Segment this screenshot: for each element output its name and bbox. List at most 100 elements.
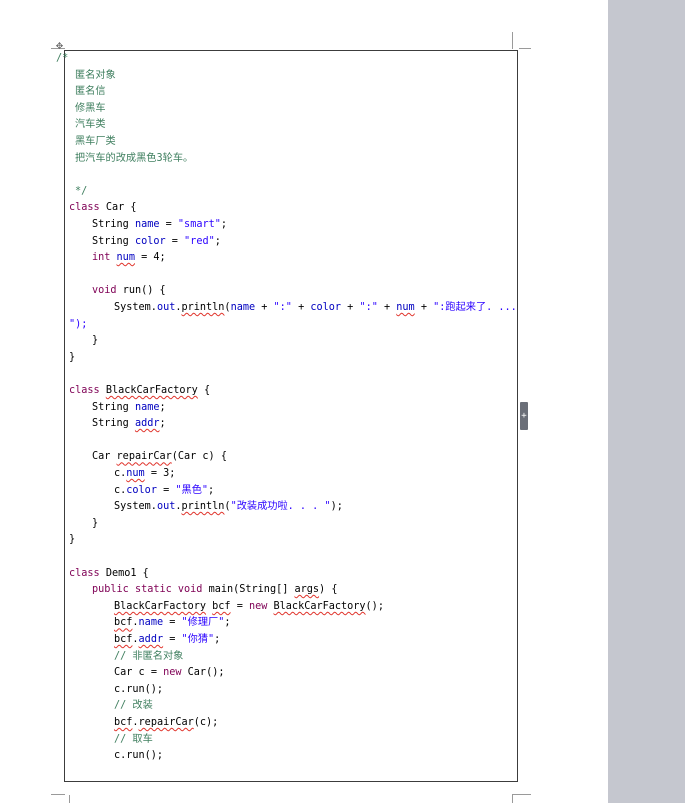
keyword: class <box>69 567 100 579</box>
comment-text: // 非匿名对象 <box>114 650 184 662</box>
code-line: System.out.println(name + ":" + color + … <box>114 300 517 317</box>
punct: = <box>169 617 176 629</box>
crop-mark-top-right-horizontal <box>519 48 531 49</box>
comment-text: // 取车 <box>114 733 153 745</box>
identifier: c.run(); <box>114 750 164 762</box>
keyword: int <box>92 252 111 264</box>
string-literal: "你猜" <box>181 634 215 645</box>
code-line: "); <box>69 317 87 334</box>
field: num <box>396 302 415 313</box>
string-literal: ":" <box>359 302 378 313</box>
type: (String[] <box>233 584 289 596</box>
punct: = <box>169 634 176 645</box>
code-line: String color = "red"; <box>92 234 221 251</box>
keyword: class <box>69 202 100 214</box>
punct: ; <box>214 634 221 645</box>
field: color <box>126 484 157 496</box>
plus-icon[interactable]: + <box>520 402 528 430</box>
punct: (c); <box>193 717 219 728</box>
crop-mark-top-right-vertical <box>512 32 513 49</box>
identifier: Car <box>114 667 133 679</box>
identifier: Car <box>187 667 207 679</box>
punct: = <box>141 252 148 264</box>
punct: ) <box>319 584 326 596</box>
identifier: Car <box>92 451 111 463</box>
code-line: // 改装 <box>114 698 153 715</box>
code-line: 汽车类 <box>75 117 106 134</box>
comment-text: 修黑车 <box>75 102 106 114</box>
keyword: void <box>92 285 117 297</box>
code-line: String name = "smart"; <box>92 217 227 234</box>
identifier: BlackCarFactory <box>273 600 366 612</box>
comment-text: // 改装 <box>114 700 153 712</box>
string-literal: "改装成功啦. . . " <box>230 501 331 513</box>
type: String <box>92 219 129 230</box>
identifier: BlackCarFactory <box>105 385 198 396</box>
code-line: 修黑车 <box>75 101 106 118</box>
punct: ; <box>208 484 215 496</box>
punct: ); <box>330 501 343 513</box>
comment-text: 匿名信 <box>75 86 106 98</box>
field: num <box>126 468 145 479</box>
punct: ; <box>220 219 227 230</box>
field: num <box>116 252 135 264</box>
method-name: main <box>208 584 234 596</box>
code-line: // 非匿名对象 <box>114 649 183 666</box>
field: name <box>230 302 256 313</box>
string-literal: ":" <box>273 302 292 313</box>
code-line: int num = 4; <box>92 250 166 267</box>
crop-mark-bottom-right-horizontal <box>512 794 531 795</box>
comment-text: /* <box>56 53 69 64</box>
crop-mark-bottom-left-horizontal <box>51 794 65 795</box>
code-line: /* <box>56 51 68 68</box>
comment-text: 匿名对象 <box>75 69 116 81</box>
code-line: class Demo1 { <box>69 566 149 583</box>
punct: { <box>130 202 137 214</box>
identifier: bcf <box>114 717 133 728</box>
keyword: public <box>92 584 129 596</box>
punct: ; <box>159 418 166 430</box>
code-line: c.run(); <box>114 748 163 765</box>
comment-text: 黑车厂类 <box>75 136 116 147</box>
punct: ; <box>218 667 225 679</box>
identifier: c.run(); <box>114 683 164 695</box>
keyword: new <box>248 600 268 612</box>
identifier: c. <box>114 484 127 496</box>
identifier: BlackCarFactory <box>114 600 207 612</box>
code-line: void run() { <box>92 283 166 300</box>
code-line: Car c = new Car(); <box>114 665 224 682</box>
code-line: 匿名对象 <box>75 68 116 85</box>
identifier: bcf <box>114 617 133 629</box>
code-line: } <box>92 333 98 350</box>
code-line: public static void main(String[] args) { <box>92 582 337 599</box>
punct: { <box>331 584 338 596</box>
punct: } <box>69 534 76 546</box>
string-literal: "red" <box>184 235 215 247</box>
identifier: bcf <box>212 600 231 612</box>
punct: + <box>384 302 391 313</box>
code-line: BlackCarFactory bcf = new BlackCarFactor… <box>114 599 384 616</box>
code-line: } <box>69 532 75 549</box>
punct: = <box>150 667 157 679</box>
punct: { <box>142 567 149 579</box>
crop-mark-bottom-right-vertical <box>512 795 513 803</box>
code-line: c.num = 3; <box>114 466 175 483</box>
punct: ; <box>159 252 166 264</box>
keyword: void <box>177 584 203 596</box>
field: addr <box>134 418 160 430</box>
code-line: class Car { <box>69 200 137 217</box>
identifier: c <box>138 667 145 679</box>
punct: ; <box>224 617 231 629</box>
field: color <box>310 302 342 313</box>
comment-text: 汽车类 <box>75 119 106 131</box>
code-table-cell[interactable]: /* 匿名对象 匿名信 修黑车 汽车类 黑车厂类 把汽车的改成黑色3轮车。 */… <box>56 50 518 782</box>
punct: { <box>220 451 227 463</box>
punct: ; <box>214 235 221 247</box>
identifier: bcf <box>114 634 133 645</box>
identifier: c. <box>114 468 127 479</box>
punct: = <box>163 484 170 496</box>
field: out <box>156 501 176 513</box>
code-line: class BlackCarFactory { <box>69 383 210 400</box>
punct: } <box>92 335 99 347</box>
punct: ; <box>377 600 384 612</box>
